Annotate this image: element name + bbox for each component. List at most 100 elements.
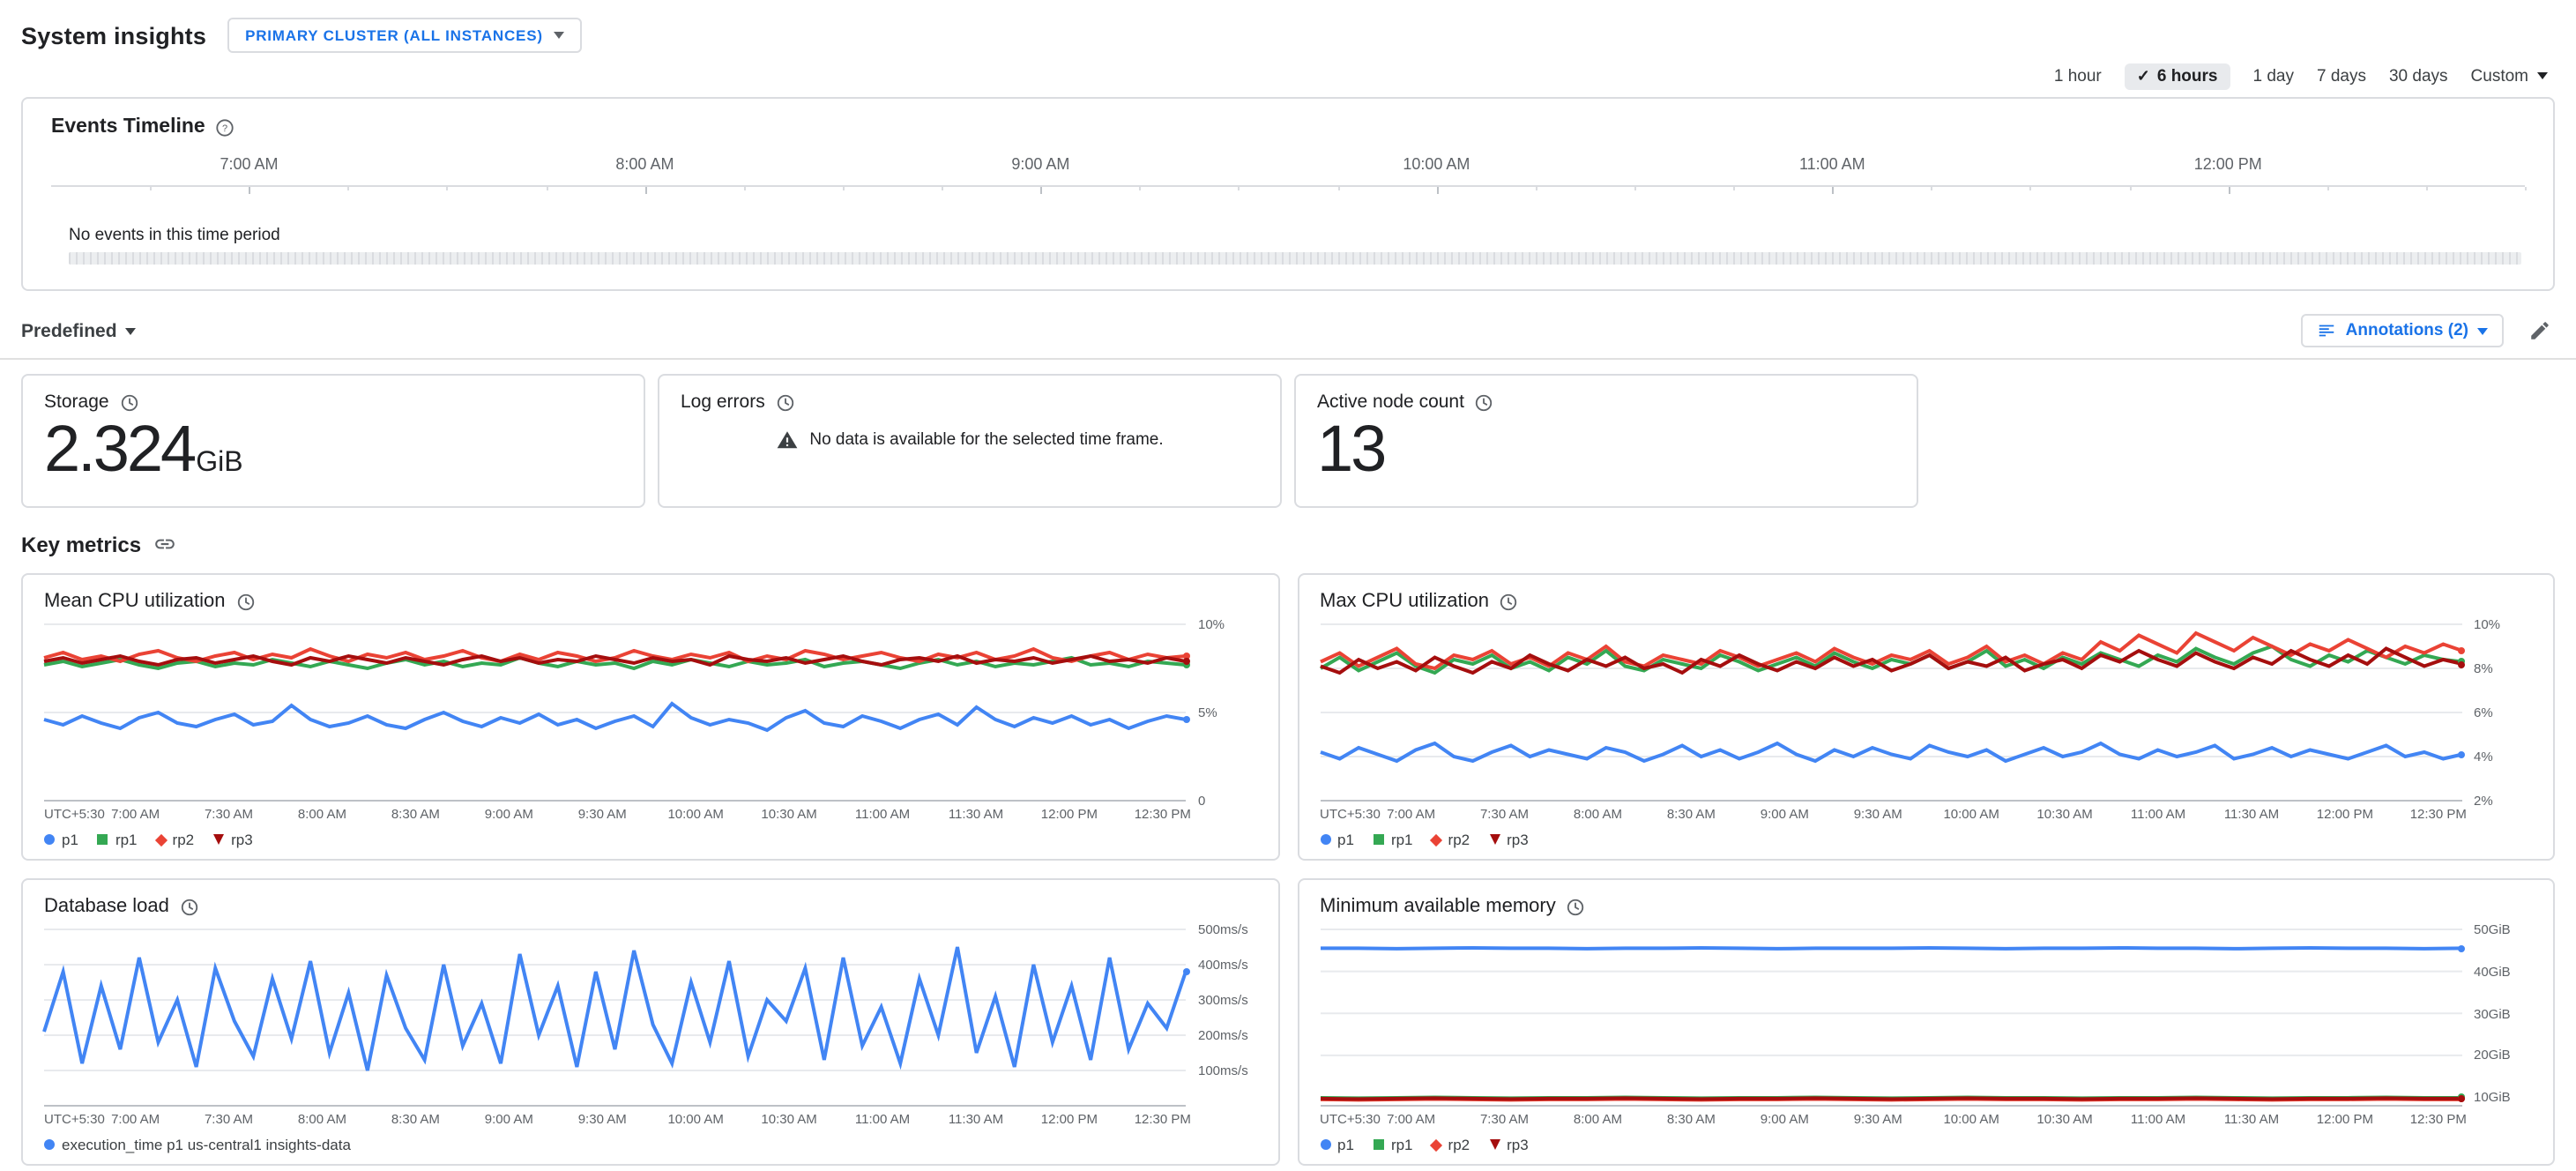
y-axis-label: 10GiB: [2474, 1089, 2511, 1106]
x-axis-label: 7:00 AM: [111, 1111, 160, 1127]
events-timeline-band[interactable]: [69, 252, 2521, 265]
timeline-tick: [644, 187, 647, 194]
timeline-tick: [1931, 187, 1933, 190]
timeline-tick: [842, 187, 845, 190]
time-range-option[interactable]: ✓ 6 hours: [2124, 63, 2230, 89]
events-timeline-card: Events Timeline ? 7:00 AM 8:00 AM 9:00 AM 1…: [21, 97, 2555, 291]
time-window-icon: [776, 392, 795, 412]
y-axis-label: 100ms/s: [1198, 1063, 1248, 1078]
timeline-tick: [1436, 187, 1439, 194]
time-window-icon: [1475, 392, 1494, 412]
x-axis-label: 10:30 AM: [761, 1111, 817, 1127]
log-errors-card: Log errors No data is available for the …: [658, 374, 1282, 508]
timeline-hour-label: 7:00 AM: [220, 155, 279, 173]
warning-icon: [776, 429, 799, 451]
chart-plot-area[interactable]: [1320, 624, 2461, 801]
y-axis: 50GiB 40GiB 30GiB 20GiB 10GiB: [2465, 921, 2532, 1106]
chart-legend: p1 rp1 rp2 rp3: [1320, 831, 2532, 848]
timeline-tick: [2029, 187, 2032, 190]
active-node-count-card: Active node count 13: [1294, 374, 1918, 508]
legend-item[interactable]: rp1: [97, 831, 138, 848]
annotations-button[interactable]: Annotations (2): [2301, 314, 2504, 347]
legend-item[interactable]: p1: [1320, 831, 1354, 848]
x-axis-label: 8:30 AM: [1666, 806, 1716, 822]
legend-label: p1: [1337, 831, 1354, 848]
storage-value: 2.324 GiB: [44, 413, 243, 485]
x-axis: UTC+5:30 7:00 AM 7:30 AM 8:00 AM 8:30 AM 9:00…: [44, 1111, 1191, 1129]
x-axis-label: 11:30 AM: [2223, 1111, 2280, 1127]
x-axis-label: 10:00 AM: [667, 1111, 724, 1127]
x-axis-label: 7:30 AM: [204, 806, 254, 822]
x-axis-label: 9:00 AM: [1760, 1111, 1809, 1127]
legend-item[interactable]: rp2: [1430, 831, 1470, 848]
x-axis-label: 10:00 AM: [1943, 1111, 1999, 1127]
key-metrics-charts: Mean CPU utilization 10% 5% 0 UTC+5:30 7:00…: [21, 573, 2555, 1166]
x-axis-label: 12:30 PM: [2409, 806, 2467, 822]
legend-item[interactable]: execution_time p1 us-central1 insights-d…: [44, 1136, 351, 1153]
timeline-hour-label: 9:00 AM: [1011, 155, 1070, 173]
timezone-label: UTC+5:30: [1320, 806, 1381, 822]
legend-label: rp2: [1448, 1136, 1470, 1153]
timeline-hour-label: 8:00 AM: [615, 155, 674, 173]
legend-marker-circle-icon: [1320, 1139, 1330, 1150]
time-range-option[interactable]: 30 days: [2389, 66, 2448, 86]
chart-legend: p1 rp1 rp2 rp3: [1320, 1136, 2532, 1153]
key-metrics-header: Key metrics: [21, 531, 2555, 557]
time-range-option[interactable]: 1 day: [2252, 66, 2294, 86]
series-end-dot: [2458, 1094, 2465, 1102]
time-range-option[interactable]: 7 days: [2317, 66, 2366, 86]
legend-item[interactable]: rp1: [1373, 831, 1413, 848]
timeline-tick: [1139, 187, 1142, 190]
timeline-tick: [2327, 187, 2329, 190]
legend-item[interactable]: rp1: [1373, 1136, 1413, 1153]
edit-dashboard-button[interactable]: [2525, 316, 2555, 346]
page-title: System insights: [21, 22, 207, 48]
predefined-label: Predefined: [21, 320, 117, 341]
storage-card: Storage 2.324 GiB: [21, 374, 645, 508]
x-axis-label: 7:00 AM: [111, 806, 160, 822]
link-icon[interactable]: [153, 533, 176, 556]
no-events-message: No events in this time period: [69, 226, 280, 245]
legend-item[interactable]: rp3: [213, 831, 253, 848]
time-range-custom[interactable]: Custom: [2471, 66, 2548, 86]
legend-item[interactable]: p1: [44, 831, 78, 848]
legend-item[interactable]: rp3: [1489, 831, 1529, 848]
active-node-count-value: 13: [1317, 413, 1387, 485]
y-axis-label: 200ms/s: [1198, 1027, 1248, 1043]
x-axis-label: 12:30 PM: [1134, 1111, 1191, 1127]
legend-item[interactable]: rp3: [1489, 1136, 1529, 1153]
page-header: System insights PRIMARY CLUSTER (ALL INS…: [0, 0, 2576, 56]
time-window-icon: [120, 392, 139, 412]
series-end-dot: [2458, 944, 2465, 952]
legend-item[interactable]: rp2: [1430, 1136, 1470, 1153]
timeline-tick: [2228, 187, 2230, 194]
chart-card-mean-cpu: Mean CPU utilization 10% 5% 0 UTC+5:30 7:00…: [21, 573, 1279, 861]
x-axis-label: 8:00 AM: [297, 806, 346, 822]
legend-label: rp3: [1507, 1136, 1529, 1153]
chart-plot-area[interactable]: [44, 624, 1186, 801]
x-axis-label: 8:00 AM: [1573, 1111, 1622, 1127]
x-axis: UTC+5:30 7:00 AM 7:30 AM 8:00 AM 8:30 AM 9:00…: [1320, 806, 2467, 824]
timeline-tick: [1040, 187, 1043, 194]
predefined-dropdown[interactable]: Predefined: [21, 320, 137, 341]
y-axis-label: 8%: [2474, 660, 2493, 676]
legend-item[interactable]: p1: [1320, 1136, 1354, 1153]
cluster-scope-label: PRIMARY CLUSTER (ALL INSTANCES): [245, 26, 543, 44]
chart-plot-area[interactable]: [1320, 929, 2465, 1106]
x-axis-label: 9:00 AM: [484, 1111, 533, 1127]
y-axis-label: 20GiB: [2474, 1047, 2511, 1063]
timeline-tick: [1634, 187, 1636, 190]
time-range-option[interactable]: 1 hour: [2054, 66, 2102, 86]
cluster-scope-dropdown[interactable]: PRIMARY CLUSTER (ALL INSTANCES): [227, 18, 582, 53]
legend-marker-square-icon: [1373, 834, 1384, 845]
help-icon[interactable]: ?: [216, 117, 235, 137]
no-data-message: No data is available for the selected ti…: [809, 430, 1164, 450]
chart-plot-area[interactable]: [44, 929, 1186, 1106]
x-axis-label: 12:30 PM: [2409, 1111, 2467, 1127]
timeline-tick: [446, 187, 449, 190]
legend-item[interactable]: rp2: [154, 831, 194, 848]
series-end-dot: [2458, 660, 2465, 668]
x-axis-label: 10:30 AM: [2036, 806, 2093, 822]
y-axis-label: 10%: [2474, 616, 2501, 632]
legend-marker-diamond-icon: [1430, 1137, 1443, 1152]
